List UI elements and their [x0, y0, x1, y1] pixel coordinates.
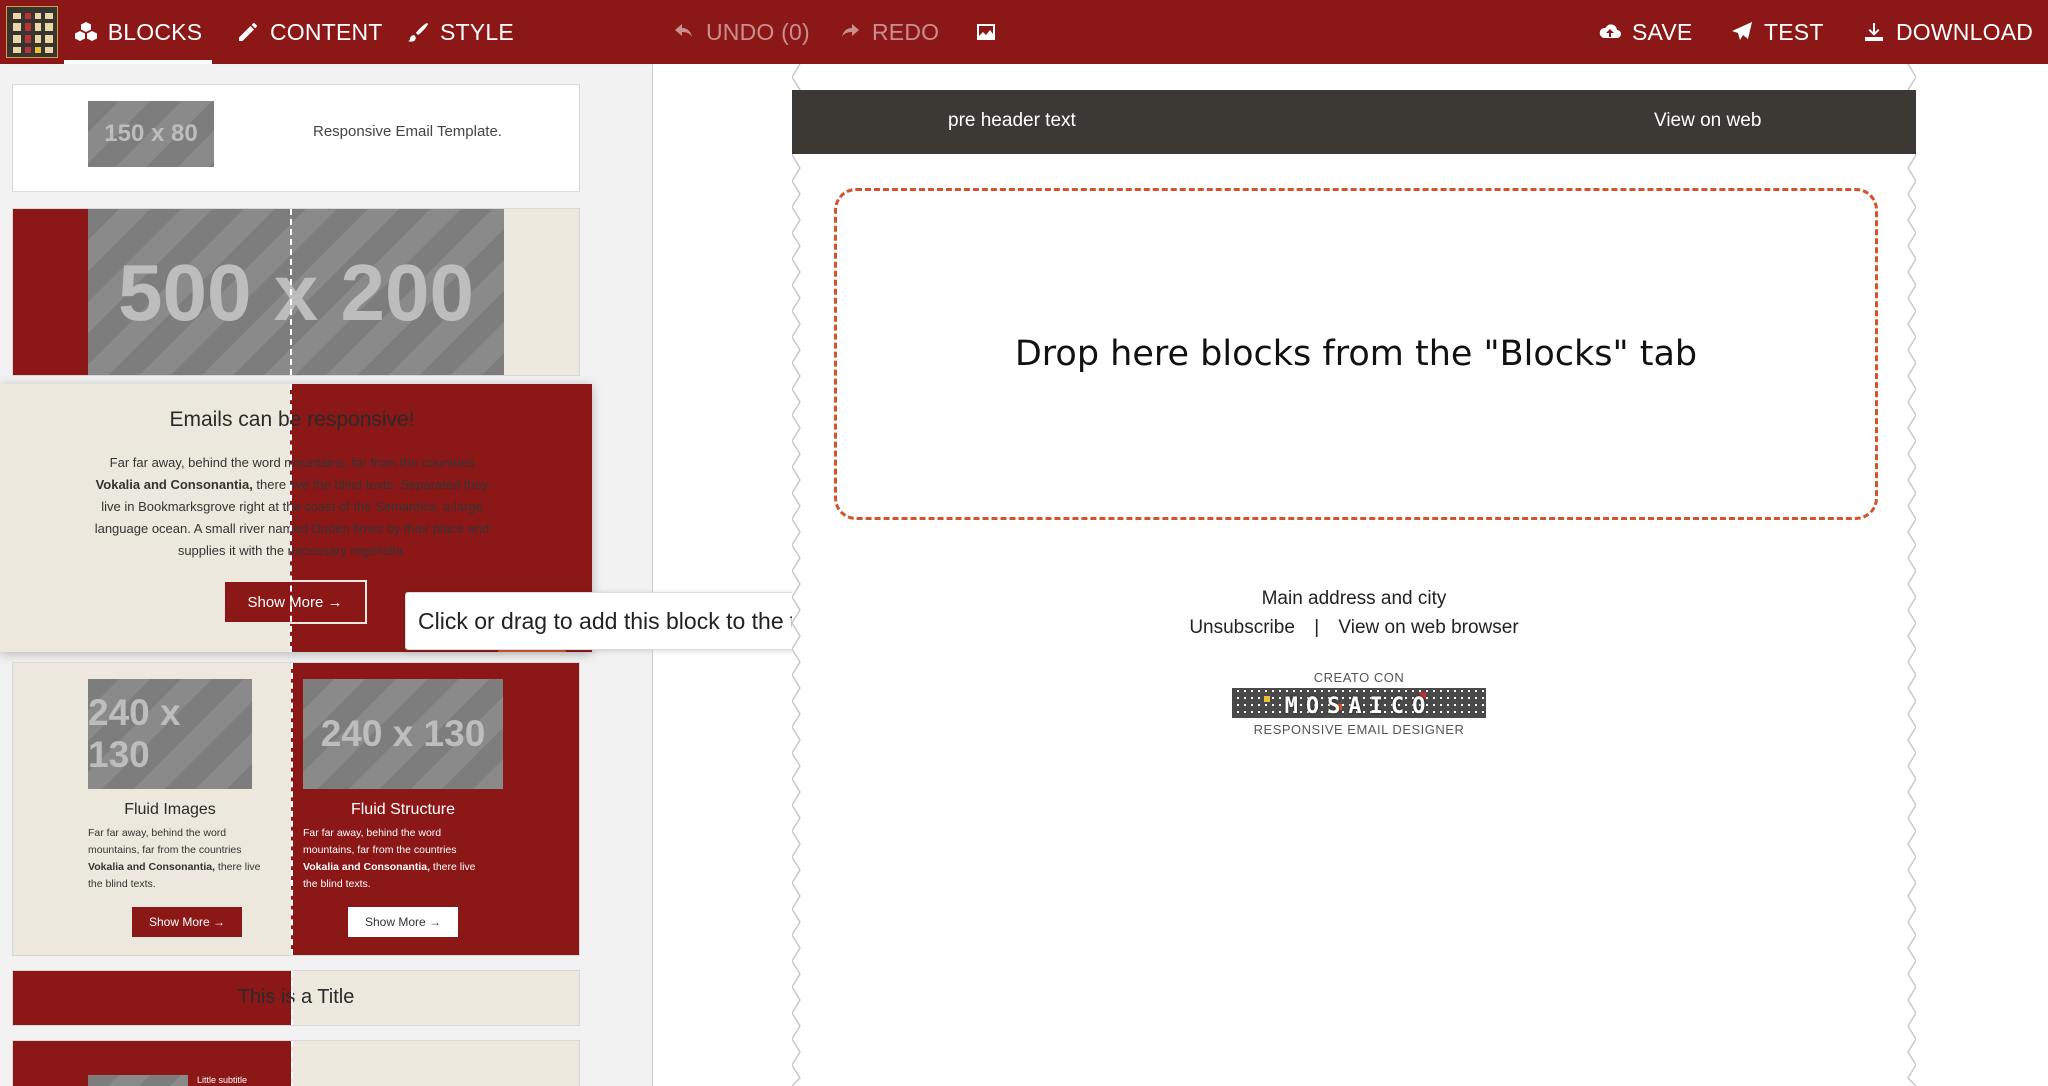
redo-icon	[842, 24, 859, 37]
block-color-strip	[13, 209, 88, 375]
gallery-button[interactable]	[974, 0, 998, 64]
para-line: Far far away, behind the word mountains,…	[109, 455, 475, 470]
column-title-left: Fluid Images	[124, 801, 216, 818]
para-bold: Vokalia and Consonantia,	[88, 861, 215, 873]
badge-caption-bottom: RESPONSIVE EMAIL DESIGNER	[1253, 722, 1465, 737]
split-divider	[291, 971, 293, 1025]
para-line: the blind texts.	[88, 878, 156, 890]
image-placeholder-left: 240 x 130	[88, 679, 252, 789]
link-separator: |	[1314, 617, 1320, 638]
redo-button[interactable]: REDO	[838, 0, 939, 64]
paper-plane-icon	[1732, 22, 1752, 40]
split-divider	[290, 384, 292, 652]
para-line: Far far away, behind the word	[88, 827, 227, 839]
show-more-button-left: Show More →	[132, 907, 242, 937]
email-canvas: pre header text View on web Drop here bl…	[792, 64, 1916, 1086]
save-label: SAVE	[1632, 18, 1693, 45]
torn-edge-right	[1907, 64, 1916, 1086]
block-text: Responsive Email Template.	[313, 123, 502, 140]
image-icon	[977, 24, 995, 40]
image-placeholder: 500 x 200	[88, 209, 504, 375]
para-line: Vokalia and Consonantia, there live the …	[0, 474, 584, 496]
para-line: live in Bookmarksgrove right at the coas…	[101, 499, 483, 514]
tab-style-label: STYLE	[440, 18, 514, 45]
block-image-subtitle[interactable]: Little subtitle	[12, 1040, 580, 1086]
split-divider	[291, 1041, 293, 1086]
top-toolbar: BLOCKS CONTENT STYLE UNDO (0) REDO SAVE …	[0, 0, 2048, 64]
mosaico-badge[interactable]: CREATO CON MOSAICO RESPONSIVE EMAIL DESI…	[1224, 670, 1494, 740]
download-icon	[1865, 23, 1883, 41]
para-line: the blind texts.	[303, 878, 371, 890]
brush-icon	[408, 23, 428, 42]
para-line: language ocean. A small river named Dude…	[94, 521, 490, 536]
show-more-button-right: Show More →	[348, 907, 458, 937]
para-bold: Vokalia and Consonantia,	[95, 477, 253, 492]
view-in-browser-link[interactable]: View on web browser	[1338, 617, 1518, 638]
para-line: Vokalia and Consonantia, there live	[88, 859, 298, 876]
redo-label: REDO	[872, 18, 940, 45]
para-line: supplies it with the necessary regeliali…	[177, 543, 407, 558]
save-button[interactable]: SAVE	[1598, 0, 1692, 64]
mosaico-logo	[6, 6, 58, 58]
block-two-columns[interactable]: 240 x 130 240 x 130 Fluid Images Fluid S…	[12, 662, 580, 956]
block-title: Emails can be responsive!	[169, 408, 415, 431]
para-rest: there live the blind texts. Separated th…	[252, 477, 489, 492]
block-dropzone[interactable]: Drop here blocks from the "Blocks" tab	[834, 188, 1878, 520]
para-line: mountains, far from the countries	[88, 844, 242, 856]
tab-blocks-label: BLOCKS	[107, 18, 203, 45]
badge-brand-text: MOSAICO	[1284, 694, 1434, 719]
block-title: This is a Title	[237, 986, 355, 1008]
view-on-web-link[interactable]: View on web	[1654, 110, 1761, 132]
para-line: Vokalia and Consonantia, there live	[303, 859, 513, 876]
block-title-bar[interactable]: This is a Title	[12, 970, 580, 1026]
block-big-image[interactable]: 500 x 200	[12, 208, 580, 376]
download-button[interactable]: DOWNLOAD	[1862, 0, 2033, 64]
download-label: DOWNLOAD	[1896, 18, 2034, 45]
dropzone-text: Drop here blocks from the "Blocks" tab	[1014, 334, 1698, 374]
test-button[interactable]: TEST	[1730, 0, 1824, 64]
badge-caption-top: CREATO CON	[1313, 670, 1405, 685]
unsubscribe-link[interactable]: Unsubscribe	[1189, 617, 1295, 638]
tab-content[interactable]: CONTENT	[236, 0, 383, 64]
image-placeholder-right: 240 x 130	[303, 679, 503, 789]
logo-placeholder: 150 x 80	[88, 101, 214, 167]
blocks-panel: 150 x 80 Responsive Email Template. 500 …	[0, 64, 653, 1086]
show-more-button: Show More →	[223, 580, 367, 624]
image-placeholder	[88, 1075, 188, 1086]
undo-label: UNDO (0)	[706, 18, 810, 45]
test-label: TEST	[1764, 18, 1824, 45]
footer-links: Unsubscribe | View on web browser	[792, 617, 1916, 639]
para-line: mountains, far from the countries	[303, 844, 457, 856]
cloud-upload-icon	[1599, 24, 1621, 38]
column-title-right: Fluid Structure	[350, 801, 456, 818]
tab-style[interactable]: STYLE	[406, 0, 514, 64]
split-divider	[291, 663, 293, 955]
badge-brand: MOSAICO	[1224, 688, 1494, 720]
para-bold: Vokalia and Consonantia,	[303, 861, 430, 873]
column-text-right: Far far away, behind the word mountains,…	[303, 825, 513, 893]
preheader-text: pre header text	[948, 110, 1076, 131]
para-rest: there live	[215, 861, 261, 873]
undo-button[interactable]: UNDO (0)	[672, 0, 810, 64]
torn-edge-left	[792, 64, 801, 1086]
tab-blocks[interactable]: BLOCKS	[64, 0, 212, 64]
para-line: Far far away, behind the word	[303, 827, 442, 839]
pencil-icon	[239, 23, 257, 41]
block-logo-header[interactable]: 150 x 80 Responsive Email Template.	[12, 84, 580, 192]
cubes-icon	[74, 22, 97, 41]
block-paragraph: Far far away, behind the word mountains,…	[0, 452, 584, 562]
preheader-bar[interactable]: pre header text View on web	[792, 90, 1916, 154]
column-text-left: Far far away, behind the word mountains,…	[88, 825, 298, 893]
block-subtitle: Little subtitle	[197, 1075, 248, 1085]
split-divider	[290, 209, 292, 375]
para-rest: there live	[430, 861, 476, 873]
tab-content-label: CONTENT	[270, 18, 383, 45]
undo-icon	[675, 24, 692, 37]
footer-address: Main address and city	[1261, 588, 1447, 609]
